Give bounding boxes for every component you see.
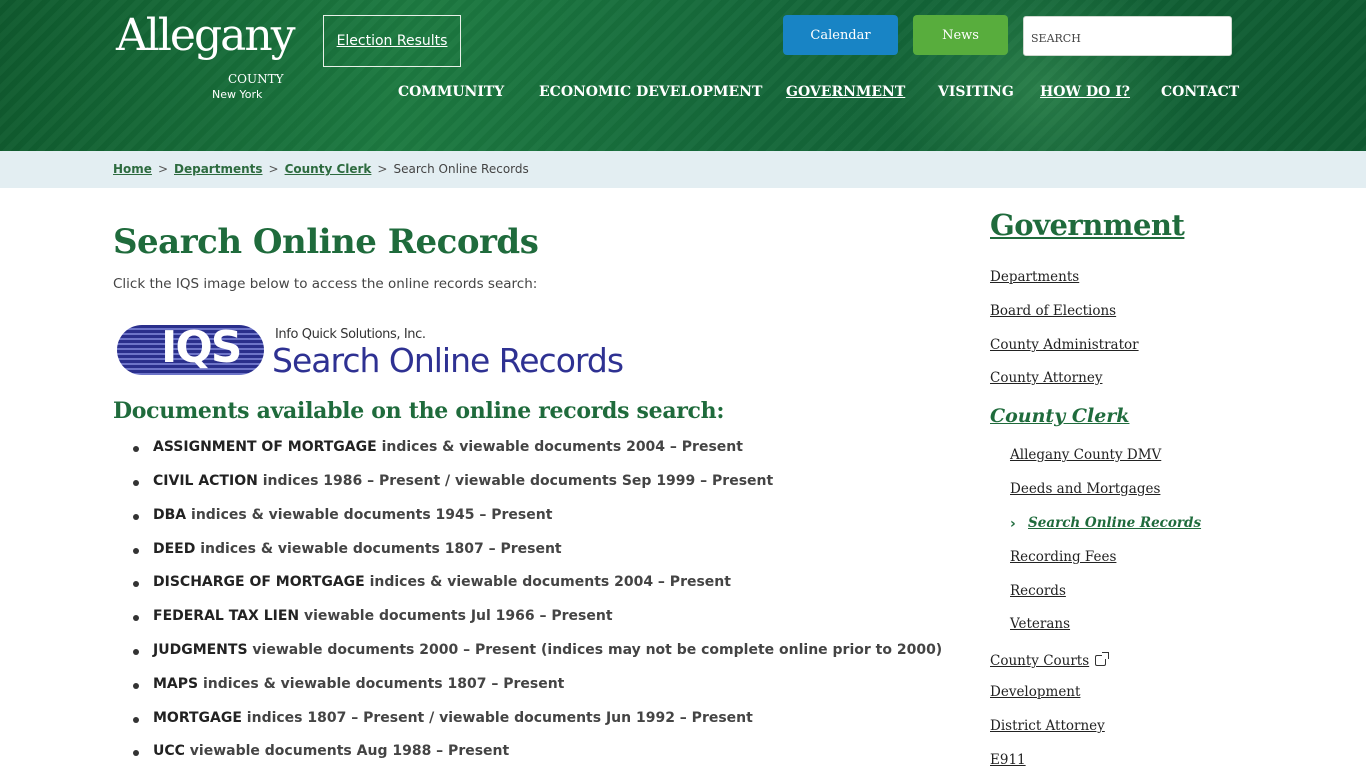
sidebar-item-development[interactable]: Development	[990, 684, 1080, 700]
document-item-text: FEDERAL TAX LIEN viewable documents Jul …	[153, 608, 613, 624]
news-button[interactable]: News	[913, 15, 1008, 55]
bullet	[133, 615, 139, 621]
document-item-text: CIVIL ACTION indices 1986 – Present / vi…	[153, 473, 773, 489]
sidebar-item-veterans[interactable]: Veterans	[1010, 616, 1070, 632]
document-description: indices & viewable documents 1945 – Pres…	[191, 507, 553, 523]
iqs-search-link-image[interactable]: IQS Info Quick Solutions, Inc. Search On…	[117, 325, 637, 380]
sidebar-item-allegany-county-dmv[interactable]: Allegany County DMV	[1010, 447, 1161, 463]
search-input[interactable]: SEARCH	[1023, 16, 1232, 56]
breadcrumb-separator: >	[157, 162, 168, 176]
bullet	[133, 581, 139, 587]
bullet	[133, 750, 139, 756]
document-item-text: DEED indices & viewable documents 1807 –…	[153, 541, 562, 557]
nav-how-do-i[interactable]: HOW DO I?	[1040, 84, 1130, 100]
document-name: FEDERAL TAX LIEN	[153, 608, 300, 624]
sidebar-item-deeds-and-mortgages[interactable]: Deeds and Mortgages	[1010, 481, 1160, 497]
sidebar-item-board-of-elections[interactable]: Board of Elections	[990, 303, 1116, 319]
breadcrumb-county-clerk[interactable]: County Clerk	[285, 162, 372, 176]
document-description: indices 1807 – Present / viewable docume…	[246, 710, 753, 726]
document-name: JUDGMENTS	[153, 642, 248, 658]
document-description: viewable documents Jul 1966 – Present	[303, 608, 613, 624]
logo-state: New York	[212, 88, 263, 101]
document-item-text: ASSIGNMENT OF MORTGAGE indices & viewabl…	[153, 439, 743, 455]
bullet	[133, 548, 139, 554]
sidebar-item-county-administrator[interactable]: County Administrator	[990, 337, 1139, 353]
sidebar-item-county-clerk[interactable]: County Clerk	[990, 405, 1129, 427]
document-item-text: UCC viewable documents Aug 1988 – Presen…	[153, 743, 509, 759]
iqs-company-name: Info Quick Solutions, Inc.	[275, 327, 426, 342]
nav-economic-development[interactable]: ECONOMIC DEVELOPMENT	[539, 84, 762, 100]
document-name: DEED	[153, 541, 196, 557]
document-description: indices & viewable documents 1807 – Pres…	[203, 676, 565, 692]
sidebar-title[interactable]: Government	[990, 208, 1185, 242]
nav-visiting[interactable]: VISITING	[938, 84, 1014, 100]
nav-government[interactable]: GOVERNMENT	[786, 84, 905, 100]
sidebar-item-search-online-records[interactable]: Search Online Records	[1028, 515, 1201, 531]
sidebar-item-county-courts-wrap: County Courts	[990, 650, 1110, 669]
site-logo[interactable]: Allegany COUNTY New York	[116, 14, 296, 104]
document-description: indices 1986 – Present / viewable docume…	[262, 473, 774, 489]
document-item-text: MAPS indices & viewable documents 1807 –…	[153, 676, 564, 692]
document-name: DBA	[153, 507, 187, 523]
document-item-text: JUDGMENTS viewable documents 2000 – Pres…	[153, 642, 942, 658]
logo-county: COUNTY	[228, 72, 284, 86]
breadcrumb-home[interactable]: Home	[113, 162, 152, 176]
calendar-button[interactable]: Calendar	[783, 15, 898, 55]
sidebar-item-recording-fees[interactable]: Recording Fees	[1010, 549, 1116, 565]
document-description: indices & viewable documents 2004 – Pres…	[369, 574, 731, 590]
breadcrumb: Home > Departments > County Clerk > Search Onl…	[113, 162, 529, 176]
document-name: MAPS	[153, 676, 199, 692]
document-name: MORTGAGE	[153, 710, 242, 726]
document-name: CIVIL ACTION	[153, 473, 258, 489]
document-name: DISCHARGE OF MORTGAGE	[153, 574, 365, 590]
sidebar-item-county-attorney[interactable]: County Attorney	[990, 370, 1102, 386]
bullet	[133, 717, 139, 723]
bullet	[133, 446, 139, 452]
nav-community[interactable]: COMMUNITY	[398, 84, 504, 100]
bullet	[133, 649, 139, 655]
sidebar-item-records[interactable]: Records	[1010, 583, 1066, 599]
iqs-logo-letters: IQS	[161, 325, 242, 373]
election-results-button[interactable]: Election Results	[323, 15, 461, 67]
document-name: ASSIGNMENT OF MORTGAGE	[153, 439, 377, 455]
sidebar-item-county-courts[interactable]: County Courts	[990, 653, 1089, 669]
sidebar-item-departments[interactable]: Departments	[990, 269, 1079, 285]
chevron-right-icon: ›	[1010, 516, 1016, 532]
logo-wordmark: Allegany	[116, 10, 296, 61]
sidebar-item-e911[interactable]: E911	[990, 752, 1026, 768]
document-description: indices & viewable documents 1807 – Pres…	[200, 541, 562, 557]
site-header: Allegany COUNTY New York Election Result…	[0, 0, 1366, 151]
bullet	[133, 683, 139, 689]
document-item-text: MORTGAGE indices 1807 – Present / viewab…	[153, 710, 753, 726]
iqs-caption: Search Online Records	[272, 341, 624, 380]
breadcrumb-departments[interactable]: Departments	[174, 162, 263, 176]
sidebar-item-district-attorney[interactable]: District Attorney	[990, 718, 1105, 734]
external-link-icon	[1095, 652, 1110, 666]
intro-text: Click the IQS image below to access the …	[113, 276, 538, 292]
breadcrumb-current: Search Online Records	[393, 162, 529, 176]
document-description: viewable documents Aug 1988 – Present	[189, 743, 510, 759]
document-name: UCC	[153, 743, 185, 759]
documents-heading: Documents available on the online record…	[113, 398, 725, 424]
document-description: viewable documents 2000 – Present (indic…	[252, 642, 943, 658]
breadcrumb-bar: Home > Departments > County Clerk > Search Onl…	[0, 151, 1366, 188]
document-item-text: DBA indices & viewable documents 1945 – …	[153, 507, 552, 523]
breadcrumb-separator: >	[377, 162, 388, 176]
nav-contact[interactable]: CONTACT	[1161, 84, 1239, 100]
document-item-text: DISCHARGE OF MORTGAGE indices & viewable…	[153, 574, 731, 590]
bullet	[133, 480, 139, 486]
bullet	[133, 514, 139, 520]
iqs-logo-badge: IQS	[117, 325, 264, 375]
page-title: Search Online Records	[113, 222, 539, 262]
breadcrumb-separator: >	[268, 162, 279, 176]
document-description: indices & viewable documents 2004 – Pres…	[381, 439, 743, 455]
